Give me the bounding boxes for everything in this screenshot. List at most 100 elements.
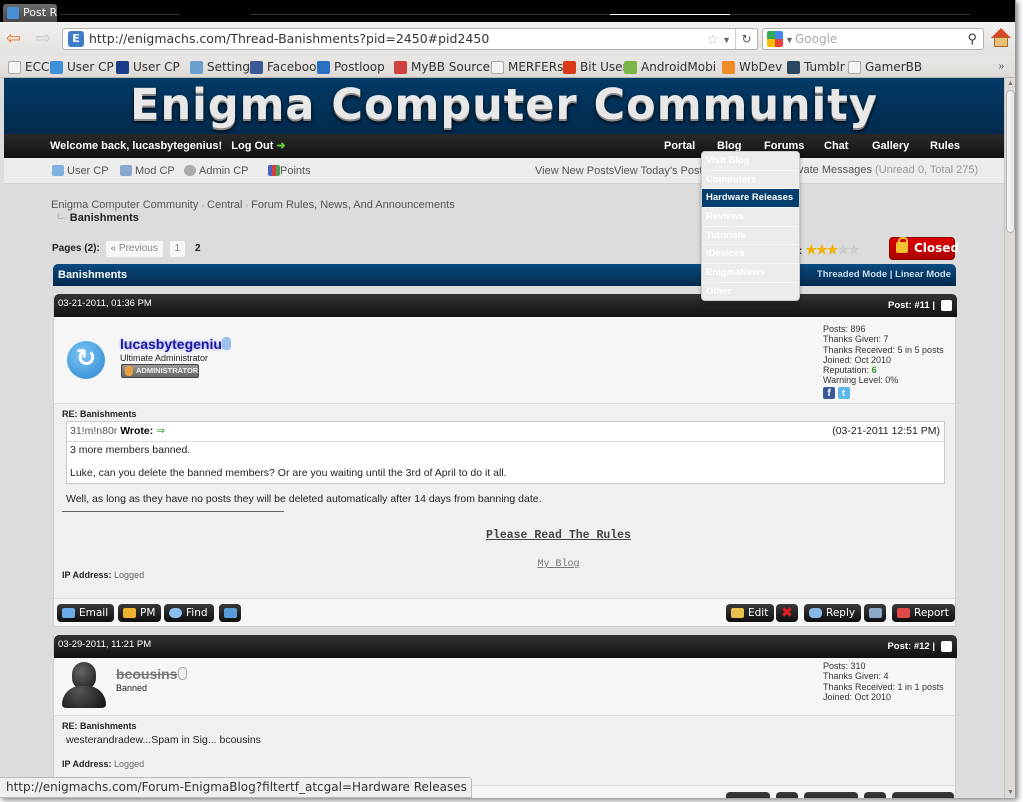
breadcrumb-item[interactable]: Central <box>207 199 242 211</box>
edit-button[interactable]: Edit <box>726 604 775 622</box>
edit-button[interactable] <box>726 792 770 798</box>
dropdown-item-hardware-releases[interactable]: Hardware Releases <box>702 189 799 209</box>
bookmark-user-cp[interactable]: User CP <box>116 58 180 76</box>
contact-user-button[interactable] <box>219 604 241 622</box>
reputation-value[interactable]: 6 <box>872 365 877 375</box>
dropdown-item-reviews[interactable]: Reviews <box>702 208 799 227</box>
view-quote-arrow-icon[interactable]: ⇒ <box>156 425 165 437</box>
post-select-checkbox[interactable] <box>941 641 952 652</box>
avatar[interactable] <box>62 662 106 708</box>
search-engine-dropdown-icon[interactable]: ▼ <box>785 32 794 48</box>
email-button[interactable]: Email <box>57 604 115 622</box>
bookmark-star-icon[interactable]: ☆ <box>706 31 719 47</box>
bookmark-androidmobi[interactable]: AndroidMobi <box>624 58 716 76</box>
dropdown-item-visit-blog[interactable]: Visit Blog <box>702 152 799 171</box>
thread-mode-links[interactable]: Threaded Mode | Linear Mode <box>817 264 951 286</box>
tab-active[interactable]: Post R <box>3 4 57 22</box>
post-number[interactable]: Post: #11 | <box>888 296 935 316</box>
nav-chat[interactable]: Chat <box>824 134 848 158</box>
tab-ghost[interactable] <box>610 14 730 22</box>
search-icon[interactable]: ⚲ <box>967 30 977 48</box>
delete-button[interactable] <box>776 792 798 798</box>
bookmark-tumblr[interactable]: Tumblr <box>787 58 845 76</box>
username[interactable]: lucasbytegenius <box>120 336 230 352</box>
star-filled-icon[interactable]: ★ <box>827 242 839 257</box>
nav-rules[interactable]: Rules <box>930 134 960 158</box>
search-bar[interactable]: ▼ Google ⚲ <box>762 28 984 50</box>
private-messages-link[interactable]: vate Messages (Unread 0, Total 275) <box>798 158 978 182</box>
star-empty-icon[interactable]: ★ <box>848 242 860 257</box>
scroll-down-icon[interactable]: ▼ <box>1007 789 1014 796</box>
quote-author[interactable]: 31!m!n80r <box>70 425 117 437</box>
rating-stars[interactable]: ★★★★★ <box>805 242 860 257</box>
dropdown-item-tutorials[interactable]: Tutorials <box>702 227 799 246</box>
bookmark-bit-user[interactable]: Bit User <box>563 58 627 76</box>
google-icon[interactable] <box>767 31 783 47</box>
nav-portal[interactable]: Portal <box>664 134 695 158</box>
view-new-posts-link[interactable]: View New Posts <box>535 158 614 184</box>
star-filled-icon[interactable]: ★ <box>805 242 817 257</box>
rules-link[interactable]: Please Read The Rules <box>486 529 631 542</box>
url-text[interactable]: http://enigmachs.com/Thread-Banishments?… <box>89 31 489 47</box>
facebook-icon[interactable]: f <box>823 386 835 399</box>
report-button[interactable]: Report <box>892 604 955 622</box>
avatar[interactable]: ↻ <box>67 341 105 379</box>
url-bar[interactable]: E http://enigmachs.com/Thread-Banishment… <box>62 28 758 50</box>
breadcrumb-item[interactable]: Forum Rules, News, And Announcements <box>251 199 455 211</box>
twitter-icon[interactable]: t <box>837 386 850 399</box>
view-todays-posts-link[interactable]: View Today's Posts <box>614 158 708 184</box>
multiquote-button[interactable] <box>864 792 886 798</box>
back-arrow-icon[interactable]: ⇦ <box>6 28 21 48</box>
pagination-page[interactable]: 1 <box>168 240 187 258</box>
tab-ghost[interactable] <box>730 14 850 22</box>
star-filled-icon[interactable]: ★ <box>816 242 828 257</box>
search-placeholder[interactable]: Google <box>795 31 837 47</box>
bookmark-wbdev[interactable]: WbDev <box>722 58 782 76</box>
bookmark-facebook[interactable]: Facebook <box>250 58 323 76</box>
usercp-link[interactable]: User CP <box>52 158 109 184</box>
points-link[interactable]: Points <box>268 158 311 184</box>
reload-icon[interactable]: ↻ <box>735 29 757 49</box>
scrollbar-thumb[interactable] <box>1006 90 1015 233</box>
nav-gallery[interactable]: Gallery <box>872 134 909 158</box>
report-button[interactable] <box>892 792 954 798</box>
modcp-link[interactable]: Mod CP <box>120 158 175 184</box>
pm-button[interactable]: PM <box>118 604 162 622</box>
post-number[interactable]: Post: #12 | <box>887 637 935 657</box>
scroll-up-icon[interactable]: ▲ <box>1007 80 1014 87</box>
tab-ghost[interactable] <box>250 14 370 22</box>
star-empty-icon[interactable]: ★ <box>837 242 849 257</box>
bookmarks-overflow-icon[interactable]: » <box>998 59 1004 75</box>
tab-ghost[interactable] <box>850 14 970 22</box>
bookmark-mybb-source[interactable]: MyBB Source <box>394 58 490 76</box>
site-logo[interactable]: Enigma Computer Community <box>4 80 1004 130</box>
multiquote-button[interactable] <box>864 604 886 622</box>
bookmark-user-cp[interactable]: User CP <box>50 58 114 76</box>
post-select-checkbox[interactable] <box>941 300 952 311</box>
bookmark-settings[interactable]: Settings <box>190 58 256 76</box>
dropdown-item-other[interactable]: Other <box>702 283 799 300</box>
vertical-scrollbar[interactable]: ▲ ▼ <box>1004 78 1015 798</box>
thread-rating[interactable]: g: ★★★★★ <box>792 242 860 258</box>
dropdown-item-enigmanews[interactable]: EnigmaNews <box>702 264 799 283</box>
bookmark-merfers[interactable]: MERFERs <box>491 58 563 76</box>
breadcrumb-item[interactable]: Enigma Computer Community <box>51 199 198 211</box>
tab-ghost[interactable] <box>370 14 490 22</box>
pagination-previous[interactable]: « Previous <box>104 240 164 258</box>
reply-button[interactable] <box>804 792 858 798</box>
reply-button[interactable]: Reply <box>804 604 862 622</box>
tab-ghost[interactable] <box>490 14 610 22</box>
bookmark-gamerbb[interactable]: GamerBB <box>848 58 922 76</box>
dropdown-item-computers[interactable]: Computers <box>702 171 799 190</box>
dropdown-item-idevices[interactable]: iDevices <box>702 245 799 265</box>
site-identity-icon[interactable]: E <box>68 31 84 47</box>
username[interactable]: bcousins <box>116 666 177 682</box>
blog-link[interactable]: My Blog <box>537 559 579 570</box>
admincp-link[interactable]: Admin CP <box>184 158 249 184</box>
find-button[interactable]: Find <box>164 604 214 622</box>
url-dropdown-icon[interactable]: ▼ <box>722 32 731 48</box>
logout-link[interactable]: Log Out <box>231 140 273 152</box>
bookmark-ecc[interactable]: ECC <box>8 58 49 76</box>
bookmark-postloop[interactable]: Postloop <box>317 58 385 76</box>
delete-button[interactable]: ✖ <box>776 604 798 622</box>
